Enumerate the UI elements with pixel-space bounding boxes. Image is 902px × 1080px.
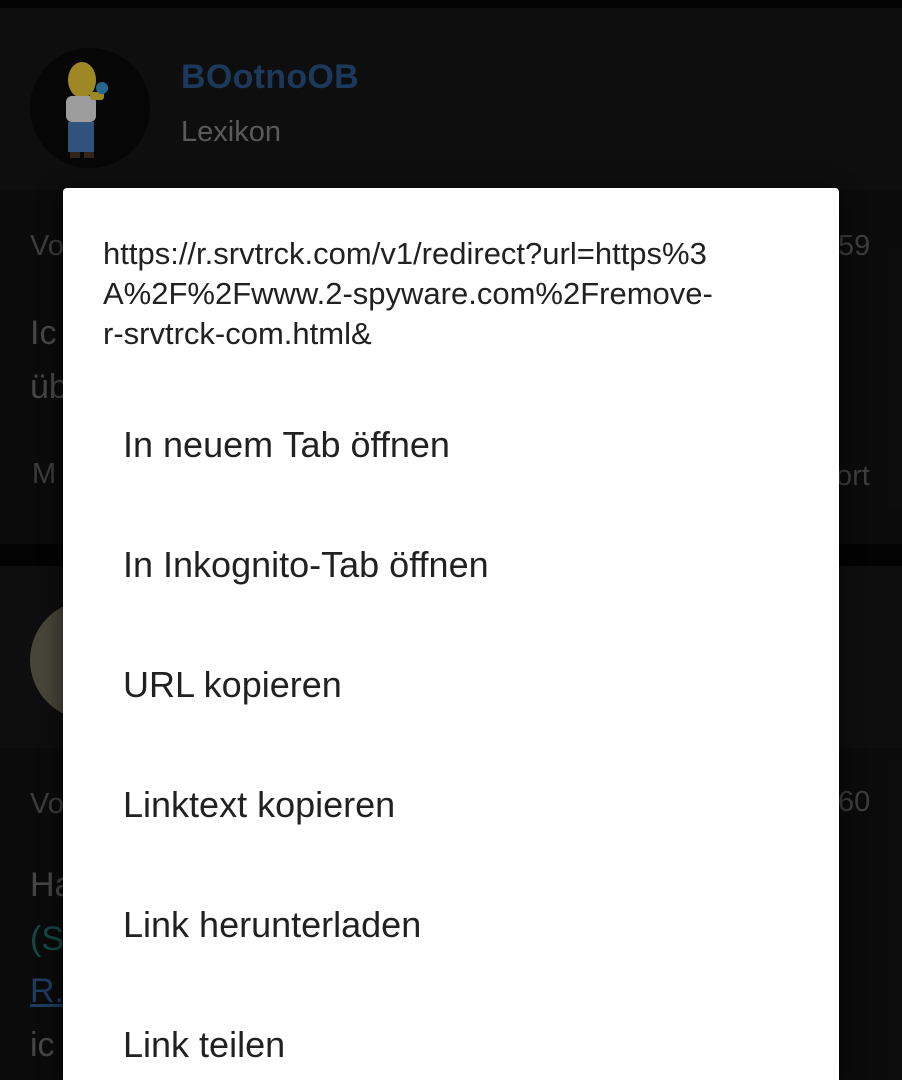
copy-link-text-item[interactable]: Linktext kopieren <box>63 745 839 865</box>
forum-page: BOotnoOB Lexikon Vo 59 Ic üb M ort Vo 60… <box>0 0 902 1080</box>
open-in-incognito-tab-item[interactable]: In Inkognito-Tab öffnen <box>63 505 839 625</box>
share-link-item[interactable]: Link teilen <box>63 985 839 1080</box>
download-link-item[interactable]: Link herunterladen <box>63 865 839 985</box>
copy-url-item[interactable]: URL kopieren <box>63 625 839 745</box>
link-url-title: https://r.srvtrck.com/v1/redirect?url=ht… <box>103 236 713 351</box>
open-in-new-tab-item[interactable]: In neuem Tab öffnen <box>63 385 839 505</box>
link-context-menu: https://r.srvtrck.com/v1/redirect?url=ht… <box>63 188 839 1080</box>
